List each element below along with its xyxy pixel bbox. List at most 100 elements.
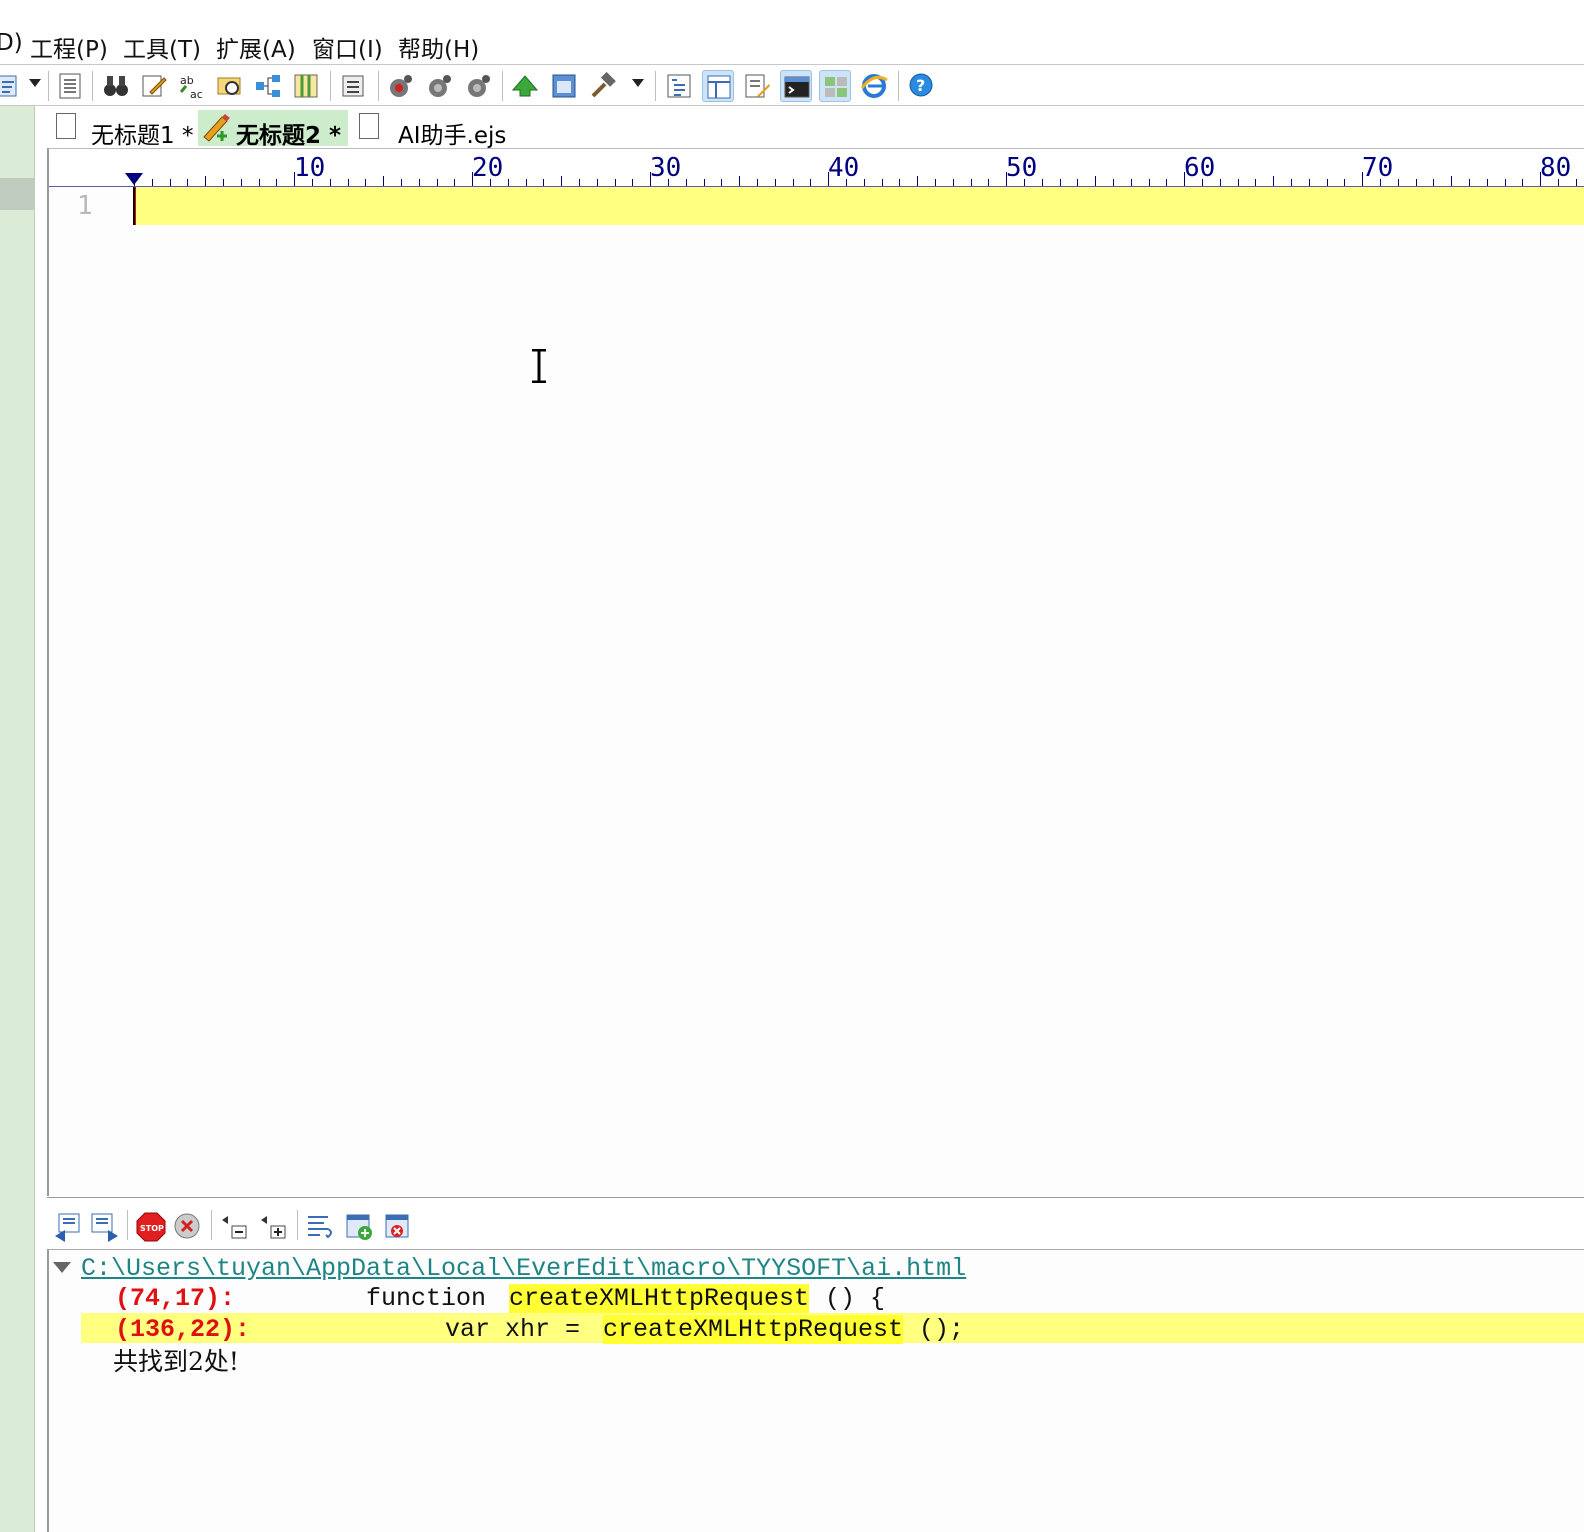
play-macro-icon[interactable]: [424, 70, 456, 102]
ruler-label: 40: [828, 153, 860, 183]
ruler-tick: [579, 179, 580, 186]
help-icon[interactable]: ?: [905, 70, 937, 102]
ruler-tick: [1326, 179, 1328, 186]
prev-result-icon[interactable]: [51, 1210, 83, 1242]
ruler-indent-marker[interactable]: [125, 173, 143, 185]
tab-bar: 无标题1 * 无标题2 * AI助手.ejs: [47, 106, 1584, 149]
editor-line[interactable]: 1: [49, 187, 1584, 225]
ruler-tick: [383, 176, 385, 186]
toolbar-separator: [330, 71, 331, 101]
console-icon[interactable]: [780, 70, 812, 102]
ruler-tick: [205, 176, 207, 186]
ruler-tick: [810, 179, 812, 186]
toolbar-separator: [211, 1210, 212, 1240]
ruler-tick: [1219, 179, 1221, 186]
spell-check-icon[interactable]: ab ac: [176, 70, 208, 102]
outline-icon[interactable]: [663, 70, 695, 102]
ruler-tick: [436, 179, 438, 186]
ruler-tick: [881, 179, 883, 186]
tab-label: 无标题1 *: [91, 123, 194, 149]
menu-item-help[interactable]: 帮助(H): [398, 30, 479, 64]
toolbar-separator: [378, 71, 379, 101]
ruler-tick: [596, 179, 598, 186]
tab-untitled-1[interactable]: 无标题1 *: [53, 110, 199, 149]
ruler-tick: [739, 176, 741, 186]
current-line-highlight: [133, 187, 1584, 225]
collapse-arrow-icon[interactable]: [53, 1262, 71, 1273]
toolbar-separator: [502, 71, 503, 101]
find-binoculars-icon[interactable]: [100, 70, 132, 102]
next-result-icon[interactable]: [88, 1210, 120, 1242]
ruler-tick: [223, 179, 224, 186]
toolbar-separator: [297, 1210, 298, 1240]
ruler-label: 70: [1362, 153, 1394, 183]
result-file-path[interactable]: C:\Users\tuyan\AppData\Local\EverEdit\ma…: [81, 1254, 966, 1283]
svg-text:ab: ab: [180, 74, 194, 87]
document-list-icon[interactable]: [54, 70, 86, 102]
result-code-before: function: [366, 1284, 502, 1313]
ruler-tick: [614, 179, 616, 186]
svg-text:STOP: STOP: [140, 1224, 164, 1233]
ruler-tick: [187, 179, 189, 186]
result-row-selected[interactable]: (136,22): var xhr = createXMLHttpRequest…: [81, 1313, 1584, 1344]
result-position: (136,22):: [115, 1315, 251, 1344]
code-editor[interactable]: 10 20 30 40 50 60 70 80 1: [47, 148, 1584, 1196]
sync-icon[interactable]: [0, 70, 24, 102]
menu-item-window[interactable]: 窗口(I): [312, 30, 383, 64]
ruler-tick: [169, 179, 171, 186]
columns-icon[interactable]: [290, 70, 322, 102]
ruler-tick: [632, 179, 634, 186]
ruler-tick: [276, 179, 278, 186]
ruler-tick: [863, 179, 865, 186]
ruler-tick: [774, 179, 776, 186]
ruler-tick: [988, 179, 990, 186]
ruler-tick: [329, 179, 331, 186]
add-tab-icon[interactable]: [343, 1210, 375, 1242]
text-cursor-icon: [529, 348, 549, 384]
window-icon[interactable]: [548, 70, 580, 102]
side-panel-selection[interactable]: [0, 178, 35, 210]
toolbar-separator: [127, 1210, 128, 1240]
ruler-tick: [1451, 176, 1453, 186]
hammer-icon[interactable]: [587, 70, 619, 102]
edit-note-icon[interactable]: [138, 70, 170, 102]
clear-icon[interactable]: [171, 1210, 203, 1242]
wrap-icon[interactable]: [304, 1210, 336, 1242]
hex-icon[interactable]: [338, 70, 370, 102]
browser-icon[interactable]: [858, 70, 890, 102]
ruler-tick: [685, 179, 687, 186]
close-tab-icon[interactable]: [381, 1210, 413, 1242]
ruler-tick: [952, 179, 954, 186]
menu-item-partial[interactable]: D): [0, 30, 23, 56]
sync-dropdown-icon[interactable]: [29, 79, 41, 87]
menu-item-extensions[interactable]: 扩展(A): [216, 30, 296, 64]
edit-doc-icon[interactable]: [741, 70, 773, 102]
find-in-files-icon[interactable]: [214, 70, 246, 102]
expand-icon[interactable]: [257, 1210, 289, 1242]
ruler-tick: [1166, 179, 1168, 186]
menu-item-project[interactable]: 工程(P): [30, 30, 108, 64]
ruler-tick: [1095, 176, 1097, 186]
ruler-tick: [703, 179, 705, 186]
tab-ai-assistant[interactable]: AI助手.ejs: [355, 110, 525, 149]
menu-item-tools[interactable]: 工具(T): [123, 30, 201, 64]
ruler-tick: [917, 176, 919, 186]
menu-bar: D) 工程(P) 工具(T) 扩展(A) 窗口(I) 帮助(H): [0, 26, 1584, 66]
ruler-tick: [935, 179, 936, 186]
green-arrow-icon[interactable]: [509, 70, 541, 102]
ruler-tick: [1397, 179, 1399, 186]
stop-icon[interactable]: STOP: [134, 1210, 166, 1242]
record-macro-icon[interactable]: [385, 70, 417, 102]
tab-untitled-2[interactable]: 无标题2 *: [198, 110, 348, 149]
grid-icon[interactable]: [819, 70, 851, 102]
run-macro-icon[interactable]: [463, 70, 495, 102]
ruler-tick: [401, 179, 402, 186]
toolbar-separator: [655, 71, 656, 101]
tree-icon[interactable]: [252, 70, 284, 102]
panel-layout-icon[interactable]: [702, 70, 734, 102]
collapse-icon[interactable]: [218, 1210, 250, 1242]
result-row[interactable]: (74,17): function createXMLHttpRequest (…: [81, 1282, 1584, 1313]
ruler-tick: [561, 176, 563, 186]
ruler-tick: [1308, 179, 1310, 186]
build-dropdown-icon[interactable]: [632, 79, 644, 87]
